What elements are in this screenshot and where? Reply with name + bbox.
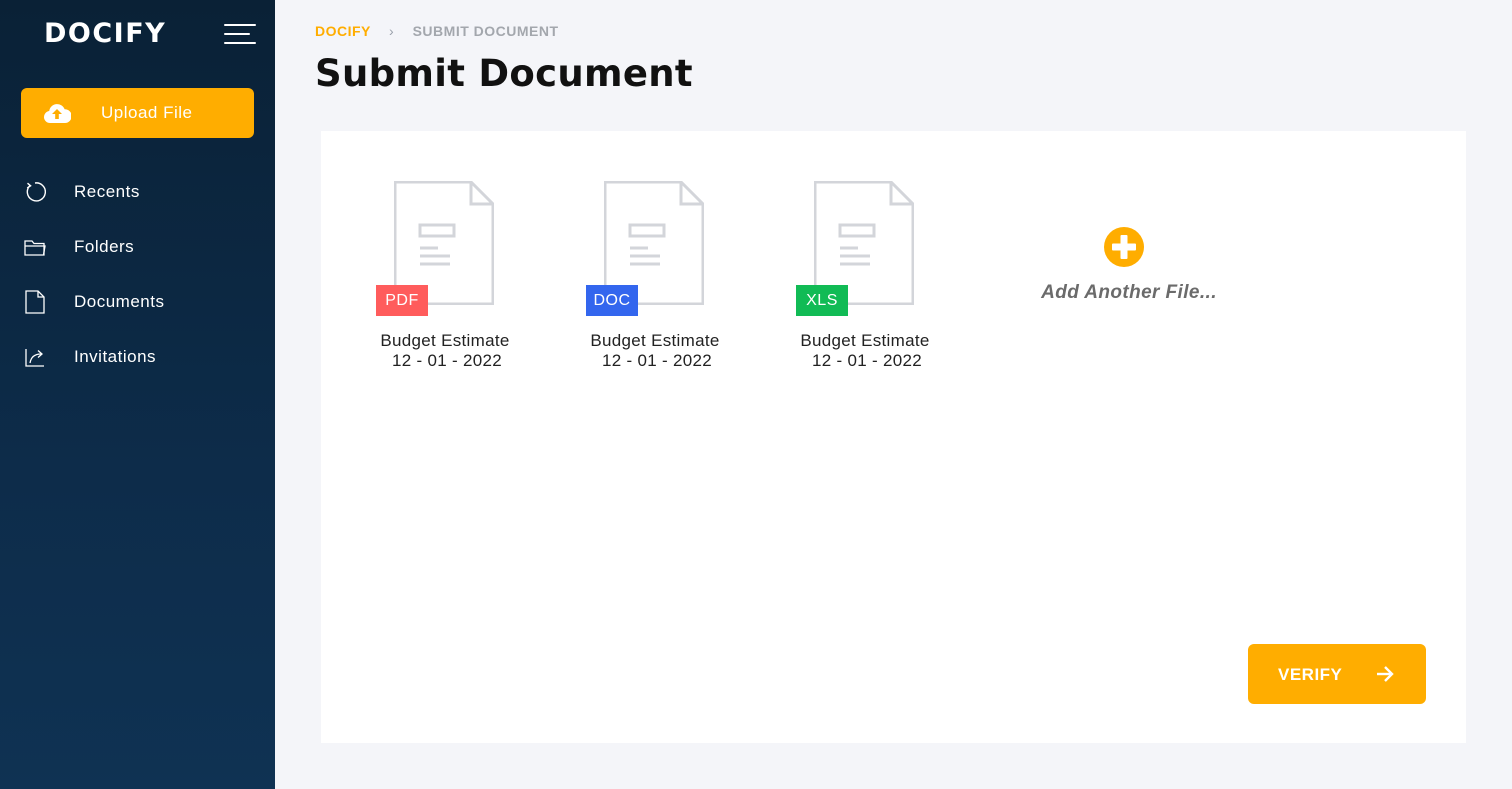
plus-circle-icon	[1104, 227, 1144, 267]
sidebar-item-label: Documents	[74, 292, 165, 311]
file-type-badge: PDF	[376, 285, 428, 316]
verify-label: VERIFY	[1278, 665, 1343, 684]
sidebar-item-recents[interactable]: Recents	[0, 168, 275, 223]
file-item-pdf[interactable]: PDF Budget Estimate 12 - 01 - 2022	[321, 181, 511, 381]
arrow-right-icon	[1377, 666, 1394, 682]
sidebar-item-label: Folders	[74, 237, 135, 256]
sidebar-item-documents[interactable]: Documents	[0, 278, 275, 333]
share-icon	[25, 349, 44, 367]
breadcrumb-home-link[interactable]: DOCIFY	[315, 23, 371, 39]
sidebar-item-label: Invitations	[74, 347, 157, 366]
menu-toggle-icon[interactable]	[224, 24, 256, 46]
folder-icon	[24, 240, 46, 256]
chevron-right-icon: ›	[389, 23, 395, 39]
upload-card: PDF Budget Estimate 12 - 01 - 2022 DOC B…	[321, 131, 1466, 743]
file-type-badge: XLS	[796, 285, 848, 316]
file-item-xls[interactable]: XLS Budget Estimate 12 - 01 - 2022	[741, 181, 931, 381]
file-type-badge: DOC	[586, 285, 638, 316]
file-item-doc[interactable]: DOC Budget Estimate 12 - 01 - 2022	[531, 181, 721, 381]
sidebar-nav: Recents Folders Documents Invitations	[0, 168, 275, 388]
sidebar-item-folders[interactable]: Folders	[0, 223, 275, 278]
refresh-icon	[26, 182, 46, 202]
file-date: 12 - 01 - 2022	[811, 351, 923, 370]
page-title: Submit Document	[315, 52, 693, 95]
document-icon	[25, 290, 45, 314]
breadcrumb-current: SUBMIT DOCUMENT	[412, 23, 559, 39]
file-name: Budget Estimate	[800, 331, 930, 350]
cloud-upload-icon	[44, 104, 71, 124]
upload-file-label: Upload File	[101, 103, 193, 122]
add-another-file-button[interactable]: Add Another File...	[1021, 226, 1241, 316]
sidebar: DOCIFY Upload File Recents Folders Docum…	[0, 0, 275, 789]
app-logo: DOCIFY	[44, 18, 167, 49]
add-another-file-label: Add Another File...	[1041, 282, 1217, 303]
sidebar-item-label: Recents	[74, 182, 140, 201]
breadcrumb: DOCIFY › SUBMIT DOCUMENT	[315, 23, 559, 39]
upload-file-button[interactable]: Upload File	[21, 88, 254, 138]
verify-button[interactable]: VERIFY	[1248, 644, 1426, 704]
sidebar-item-invitations[interactable]: Invitations	[0, 333, 275, 388]
